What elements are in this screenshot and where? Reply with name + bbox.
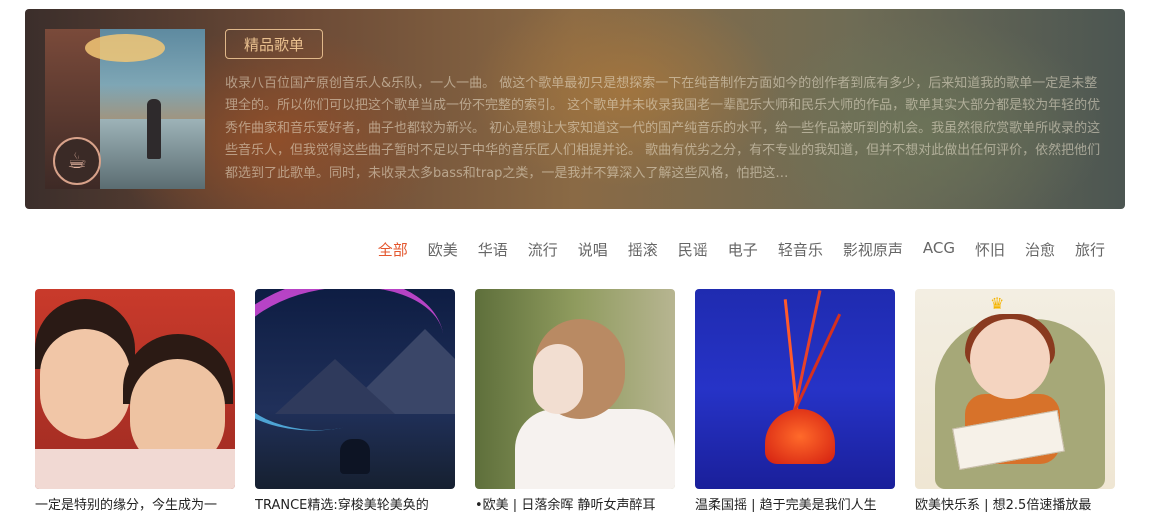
category-rock[interactable]: 摇滚 xyxy=(628,239,658,260)
playlist-card-cover[interactable] xyxy=(35,289,235,489)
cover-art xyxy=(533,344,583,414)
playlist-card-cover[interactable]: ♛ xyxy=(915,289,1115,489)
playlist-cover[interactable]: ☕ xyxy=(45,29,205,189)
cover-art xyxy=(970,319,1050,399)
cover-art-lamp xyxy=(85,34,165,62)
playlist-card[interactable]: •欧美 | 日落余晖 静听女声醉耳 xyxy=(475,289,675,512)
category-all[interactable]: 全部 xyxy=(378,239,408,260)
cover-art xyxy=(40,329,130,439)
cover-art xyxy=(340,439,370,474)
playlist-card-title[interactable]: 一定是特别的缘分，今生成为一 xyxy=(35,494,235,512)
playlist-card-title[interactable]: •欧美 | 日落余晖 静听女声醉耳 xyxy=(475,494,675,512)
cover-art xyxy=(35,449,235,489)
category-rap[interactable]: 说唱 xyxy=(578,239,608,260)
playlist-card[interactable]: ♛ 欧美快乐系 | 想2.5倍速播放最 xyxy=(915,289,1115,512)
cover-art-figure xyxy=(147,99,161,159)
playlist-card-cover[interactable] xyxy=(475,289,675,489)
cover-art xyxy=(275,359,395,414)
category-chinese[interactable]: 华语 xyxy=(478,239,508,260)
playlist-card[interactable]: 一定是特别的缘分，今生成为一 xyxy=(35,289,235,512)
category-electronic[interactable]: 电子 xyxy=(728,239,758,260)
cover-art xyxy=(515,409,675,489)
category-healing[interactable]: 治愈 xyxy=(1025,239,1055,260)
category-acg[interactable]: ACG xyxy=(923,239,955,260)
playlist-card-cover[interactable] xyxy=(695,289,895,489)
playlist-card[interactable]: 温柔国摇 | 趋于完美是我们人生 xyxy=(695,289,895,512)
category-nostalgia[interactable]: 怀旧 xyxy=(975,239,1005,260)
cover-art xyxy=(791,313,842,415)
category-travel[interactable]: 旅行 xyxy=(1075,239,1105,260)
crown-icon: ♛ xyxy=(990,294,1005,313)
playlist-card-title[interactable]: TRANCE精选:穿梭美轮美奂的 xyxy=(255,494,455,512)
category-folk[interactable]: 民谣 xyxy=(678,239,708,260)
playlist-card-cover[interactable] xyxy=(255,289,455,489)
category-soundtrack[interactable]: 影视原声 xyxy=(843,239,903,260)
boutique-playlist-tag[interactable]: 精品歌单 xyxy=(225,29,323,59)
cover-art xyxy=(765,409,835,464)
category-light-music[interactable]: 轻音乐 xyxy=(778,239,823,260)
playlist-card-title[interactable]: 欧美快乐系 | 想2.5倍速播放最 xyxy=(915,494,1115,512)
playlist-description: 收录八百位国产原创音乐人&乐队，一人一曲。 做这个歌单最初只是想探索一下在纯音制… xyxy=(225,76,1101,181)
featured-playlist-banner[interactable]: ☕ 精品歌单 收录八百位国产原创音乐人&乐队，一人一曲。 做这个歌单最初只是想探… xyxy=(25,9,1125,209)
playlist-card[interactable]: TRANCE精选:穿梭美轮美奂的 xyxy=(255,289,455,512)
playlist-card-title[interactable]: 温柔国摇 | 趋于完美是我们人生 xyxy=(695,494,895,512)
category-nav: 全部 欧美 华语 流行 说唱 摇滚 民谣 电子 轻音乐 影视原声 ACG 怀旧 … xyxy=(378,239,1105,260)
category-pop[interactable]: 流行 xyxy=(528,239,558,260)
coffee-cup-icon: ☕ xyxy=(53,137,101,185)
category-western[interactable]: 欧美 xyxy=(428,239,458,260)
